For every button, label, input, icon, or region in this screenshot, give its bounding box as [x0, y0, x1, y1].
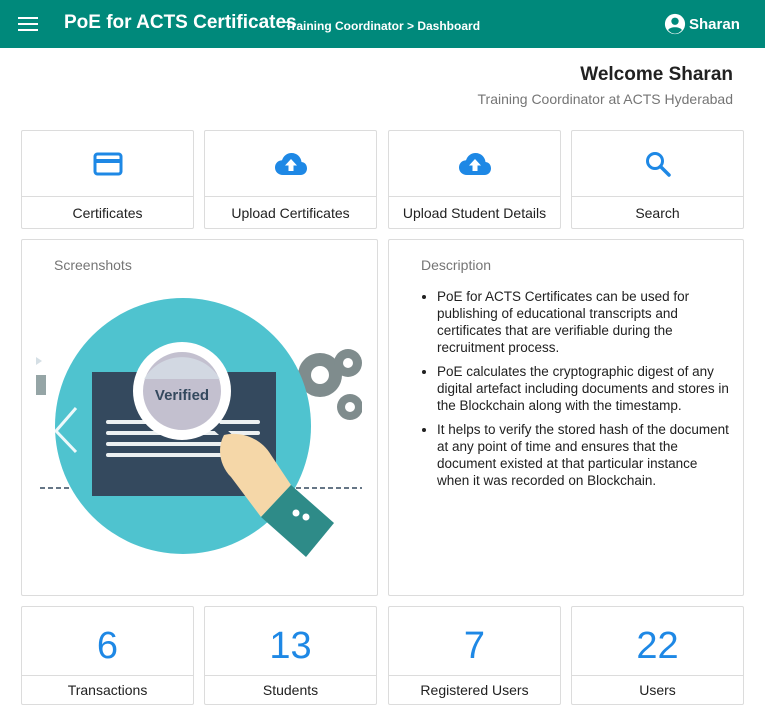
breadcrumb: Training Coordinator > Dashboard: [285, 19, 481, 33]
verified-stamp-text: Verified: [155, 387, 209, 404]
account-circle-icon: [664, 13, 686, 35]
transactions-count: 6: [96, 625, 119, 667]
description-item: PoE calculates the cryptographic digest …: [437, 363, 729, 414]
description-item: PoE for ACTS Certificates can be used fo…: [437, 288, 729, 356]
registered-users-stat-card: 7 Registered Users: [388, 606, 561, 705]
app-header: PoE for ACTS Certificates Training Coord…: [0, 0, 765, 48]
gear-fragment: [36, 357, 42, 365]
search-icon: [645, 151, 671, 177]
welcome-subtitle: Training Coordinator at ACTS Hyderabad: [477, 91, 734, 107]
menu-icon[interactable]: [18, 16, 38, 32]
welcome-block: Welcome Sharan Training Coordinator at A…: [478, 64, 734, 107]
registered-users-count: 7: [463, 625, 486, 667]
user-name: Sharan: [689, 15, 740, 33]
user-menu-button[interactable]: Sharan: [664, 12, 740, 36]
description-title: Description: [421, 257, 492, 273]
verified-document-illustration: Verified: [36, 298, 362, 557]
students-label: Students: [205, 675, 376, 704]
upload-student-details-card[interactable]: Upload Student Details: [388, 130, 561, 229]
cloud-upload-icon: [458, 152, 491, 175]
certificates-label: Certificates: [22, 196, 193, 228]
users-label: Users: [572, 675, 743, 704]
users-count: 22: [636, 625, 679, 667]
description-item: It helps to verify the stored hash of th…: [437, 421, 729, 489]
students-count: 13: [269, 625, 312, 667]
cloud-upload-icon: [274, 152, 307, 175]
transactions-stat-card: 6 Transactions: [21, 606, 194, 705]
users-stat-card: 22 Users: [571, 606, 744, 705]
registered-users-label: Registered Users: [389, 675, 560, 704]
upload-student-details-label: Upload Student Details: [389, 196, 560, 228]
upload-certificates-label: Upload Certificates: [205, 196, 376, 228]
search-label: Search: [572, 196, 743, 228]
description-panel: Description PoE for ACTS Certificates ca…: [388, 239, 744, 596]
welcome-title: Welcome Sharan: [580, 64, 733, 85]
gear-fragment: [36, 375, 46, 395]
transactions-label: Transactions: [22, 675, 193, 704]
students-stat-card: 13 Students: [204, 606, 377, 705]
app-title: PoE for ACTS Certificates: [64, 12, 297, 33]
credit-card-icon: [93, 152, 122, 175]
certificates-card[interactable]: Certificates: [21, 130, 194, 229]
screenshots-title: Screenshots: [54, 257, 132, 273]
description-list: PoE for ACTS Certificates can be used fo…: [421, 288, 729, 496]
search-card[interactable]: Search: [571, 130, 744, 229]
upload-certificates-card[interactable]: Upload Certificates: [204, 130, 377, 229]
